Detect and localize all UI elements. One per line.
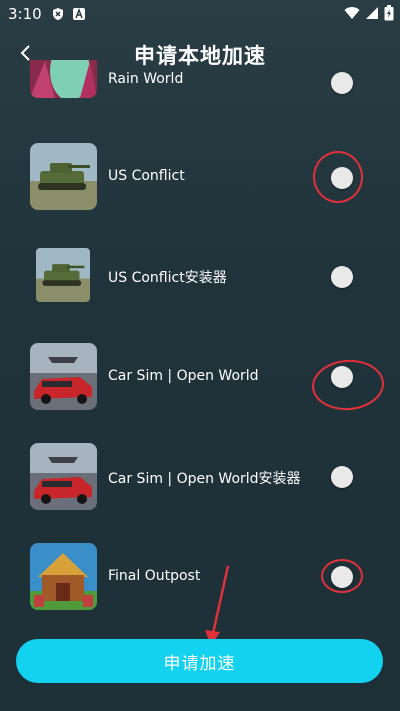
apply-acceleration-button[interactable]: 申请加速 bbox=[16, 639, 383, 683]
annotation-arrow bbox=[205, 565, 230, 646]
